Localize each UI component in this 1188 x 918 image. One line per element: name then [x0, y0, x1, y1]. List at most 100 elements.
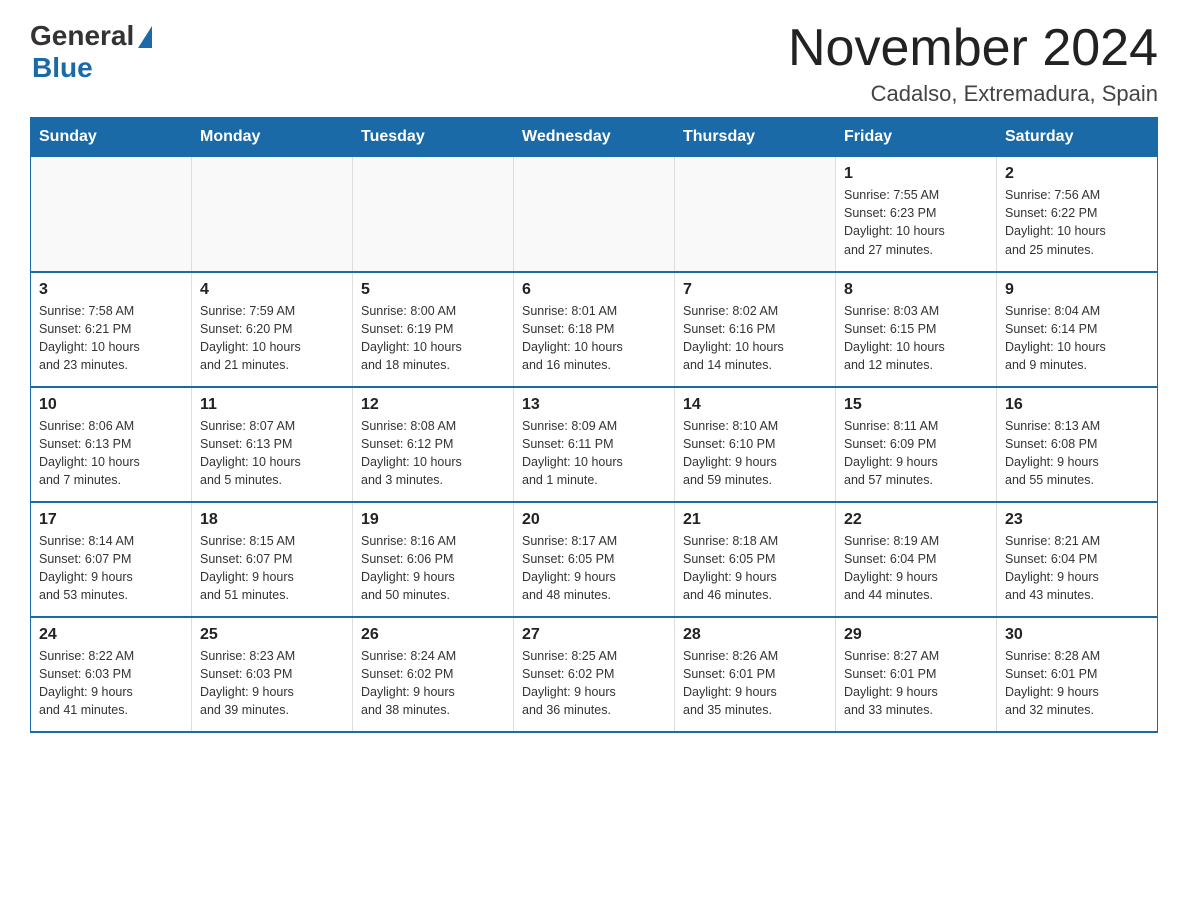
calendar-cell — [353, 157, 514, 272]
day-number: 1 — [844, 165, 988, 183]
calendar-cell: 3Sunrise: 7:58 AMSunset: 6:21 PMDaylight… — [31, 272, 192, 387]
calendar-cell: 17Sunrise: 8:14 AMSunset: 6:07 PMDayligh… — [31, 502, 192, 617]
day-info: Sunrise: 8:08 AMSunset: 6:12 PMDaylight:… — [361, 417, 505, 490]
calendar-cell — [31, 157, 192, 272]
calendar-cell: 20 Sunrise: 8:17 AMSunset: 6:05 PMDayligh… — [514, 502, 675, 617]
day-info: Sunrise: 8:04 AMSunset: 6:14 PMDaylight:… — [1005, 302, 1149, 375]
day-number: 10 — [39, 396, 183, 414]
day-number: 30 — [1005, 626, 1149, 644]
calendar-week-row: 17Sunrise: 8:14 AMSunset: 6:07 PMDayligh… — [31, 502, 1158, 617]
calendar-cell: 10 Sunrise: 8:06 AMSunset: 6:13 PMDayligh… — [31, 387, 192, 502]
day-info: Sunrise: 8:14 AMSunset: 6:07 PMDaylight:… — [39, 532, 183, 605]
calendar-cell: 26 Sunrise: 8:24 AMSunset: 6:02 PMDayligh… — [353, 617, 514, 732]
calendar-cell — [192, 157, 353, 272]
day-number: 25 — [200, 626, 344, 644]
calendar-week-row: 1 Sunrise: 7:55 AMSunset: 6:23 PMDaylight… — [31, 157, 1158, 272]
day-number: 28 — [683, 626, 827, 644]
day-number: 14 — [683, 396, 827, 414]
calendar-cell: 8 Sunrise: 8:03 AMSunset: 6:15 PMDaylight… — [836, 272, 997, 387]
day-info: Sunrise: 8:07 AMSunset: 6:13 PMDaylight:… — [200, 417, 344, 490]
calendar-cell: 30 Sunrise: 8:28 AMSunset: 6:01 PMDayligh… — [997, 617, 1158, 732]
calendar-cell — [675, 157, 836, 272]
day-number: 26 — [361, 626, 505, 644]
calendar-cell: 19 Sunrise: 8:16 AMSunset: 6:06 PMDayligh… — [353, 502, 514, 617]
day-info: Sunrise: 8:01 AMSunset: 6:18 PMDaylight:… — [522, 302, 666, 375]
weekday-header-wednesday: Wednesday — [514, 118, 675, 157]
day-info: Sunrise: 8:22 AMSunset: 6:03 PMDaylight:… — [39, 647, 183, 720]
location-title: Cadalso, Extremadura, Spain — [788, 81, 1158, 107]
day-number: 20 — [522, 511, 666, 529]
day-number: 16 — [1005, 396, 1149, 414]
day-info: Sunrise: 8:28 AMSunset: 6:01 PMDaylight:… — [1005, 647, 1149, 720]
page-header: General Blue November 2024 Cadalso, Extr… — [30, 20, 1158, 107]
day-number: 6 — [522, 281, 666, 299]
day-info: Sunrise: 8:15 AMSunset: 6:07 PMDaylight:… — [200, 532, 344, 605]
calendar-cell: 18 Sunrise: 8:15 AMSunset: 6:07 PMDayligh… — [192, 502, 353, 617]
weekday-header-row: SundayMondayTuesdayWednesdayThursdayFrid… — [31, 118, 1158, 157]
calendar-cell: 22 Sunrise: 8:19 AMSunset: 6:04 PMDayligh… — [836, 502, 997, 617]
day-info: Sunrise: 8:26 AMSunset: 6:01 PMDaylight:… — [683, 647, 827, 720]
day-info: Sunrise: 8:19 AMSunset: 6:04 PMDaylight:… — [844, 532, 988, 605]
day-info: Sunrise: 8:11 AMSunset: 6:09 PMDaylight:… — [844, 417, 988, 490]
weekday-header-monday: Monday — [192, 118, 353, 157]
day-number: 23 — [1005, 511, 1149, 529]
calendar-cell: 9 Sunrise: 8:04 AMSunset: 6:14 PMDaylight… — [997, 272, 1158, 387]
calendar-cell: 24Sunrise: 8:22 AMSunset: 6:03 PMDayligh… — [31, 617, 192, 732]
day-number: 19 — [361, 511, 505, 529]
calendar-cell: 28 Sunrise: 8:26 AMSunset: 6:01 PMDayligh… — [675, 617, 836, 732]
calendar-cell: 4Sunrise: 7:59 AMSunset: 6:20 PMDaylight… — [192, 272, 353, 387]
day-number: 15 — [844, 396, 988, 414]
calendar-cell: 14 Sunrise: 8:10 AMSunset: 6:10 PMDayligh… — [675, 387, 836, 502]
calendar-cell: 21 Sunrise: 8:18 AMSunset: 6:05 PMDayligh… — [675, 502, 836, 617]
day-number: 7 — [683, 281, 827, 299]
day-number: 5 — [361, 281, 505, 299]
calendar-cell: 25 Sunrise: 8:23 AMSunset: 6:03 PMDayligh… — [192, 617, 353, 732]
day-info: Sunrise: 8:02 AMSunset: 6:16 PMDaylight:… — [683, 302, 827, 375]
day-info: Sunrise: 8:10 AMSunset: 6:10 PMDaylight:… — [683, 417, 827, 490]
day-info: Sunrise: 8:17 AMSunset: 6:05 PMDaylight:… — [522, 532, 666, 605]
day-number: 13 — [522, 396, 666, 414]
day-number: 3 — [39, 281, 183, 299]
day-info: Sunrise: 8:25 AMSunset: 6:02 PMDaylight:… — [522, 647, 666, 720]
day-info: Sunrise: 7:59 AMSunset: 6:20 PMDaylight:… — [200, 302, 344, 375]
day-number: 9 — [1005, 281, 1149, 299]
day-info: Sunrise: 8:27 AMSunset: 6:01 PMDaylight:… — [844, 647, 988, 720]
calendar-cell: 16 Sunrise: 8:13 AMSunset: 6:08 PMDayligh… — [997, 387, 1158, 502]
day-info: Sunrise: 8:16 AMSunset: 6:06 PMDaylight:… — [361, 532, 505, 605]
day-info: Sunrise: 8:18 AMSunset: 6:05 PMDaylight:… — [683, 532, 827, 605]
calendar-cell: 13Sunrise: 8:09 AMSunset: 6:11 PMDayligh… — [514, 387, 675, 502]
day-info: Sunrise: 7:56 AMSunset: 6:22 PMDaylight:… — [1005, 186, 1149, 259]
day-info: Sunrise: 7:55 AMSunset: 6:23 PMDaylight:… — [844, 186, 988, 259]
weekday-header-friday: Friday — [836, 118, 997, 157]
day-number: 22 — [844, 511, 988, 529]
calendar-cell: 2Sunrise: 7:56 AMSunset: 6:22 PMDaylight… — [997, 157, 1158, 272]
day-info: Sunrise: 8:23 AMSunset: 6:03 PMDaylight:… — [200, 647, 344, 720]
day-number: 27 — [522, 626, 666, 644]
day-number: 18 — [200, 511, 344, 529]
weekday-header-sunday: Sunday — [31, 118, 192, 157]
weekday-header-thursday: Thursday — [675, 118, 836, 157]
calendar-cell: 27 Sunrise: 8:25 AMSunset: 6:02 PMDayligh… — [514, 617, 675, 732]
logo-general-text: General — [30, 20, 134, 52]
calendar-week-row: 24Sunrise: 8:22 AMSunset: 6:03 PMDayligh… — [31, 617, 1158, 732]
day-info: Sunrise: 8:06 AMSunset: 6:13 PMDaylight:… — [39, 417, 183, 490]
day-number: 11 — [200, 396, 344, 414]
day-number: 8 — [844, 281, 988, 299]
title-block: November 2024 Cadalso, Extremadura, Spai… — [788, 20, 1158, 107]
day-number: 21 — [683, 511, 827, 529]
calendar-cell: 6 Sunrise: 8:01 AMSunset: 6:18 PMDaylight… — [514, 272, 675, 387]
day-info: Sunrise: 8:13 AMSunset: 6:08 PMDaylight:… — [1005, 417, 1149, 490]
calendar-week-row: 10 Sunrise: 8:06 AMSunset: 6:13 PMDayligh… — [31, 387, 1158, 502]
weekday-header-tuesday: Tuesday — [353, 118, 514, 157]
calendar-table: SundayMondayTuesdayWednesdayThursdayFrid… — [30, 117, 1158, 733]
day-number: 12 — [361, 396, 505, 414]
day-info: Sunrise: 8:24 AMSunset: 6:02 PMDaylight:… — [361, 647, 505, 720]
calendar-cell: 11 Sunrise: 8:07 AMSunset: 6:13 PMDayligh… — [192, 387, 353, 502]
calendar-cell: 29Sunrise: 8:27 AMSunset: 6:01 PMDayligh… — [836, 617, 997, 732]
logo: General Blue — [30, 20, 152, 84]
calendar-week-row: 3Sunrise: 7:58 AMSunset: 6:21 PMDaylight… — [31, 272, 1158, 387]
calendar-cell: 12 Sunrise: 8:08 AMSunset: 6:12 PMDayligh… — [353, 387, 514, 502]
weekday-header-saturday: Saturday — [997, 118, 1158, 157]
month-title: November 2024 — [788, 20, 1158, 77]
day-info: Sunrise: 8:03 AMSunset: 6:15 PMDaylight:… — [844, 302, 988, 375]
